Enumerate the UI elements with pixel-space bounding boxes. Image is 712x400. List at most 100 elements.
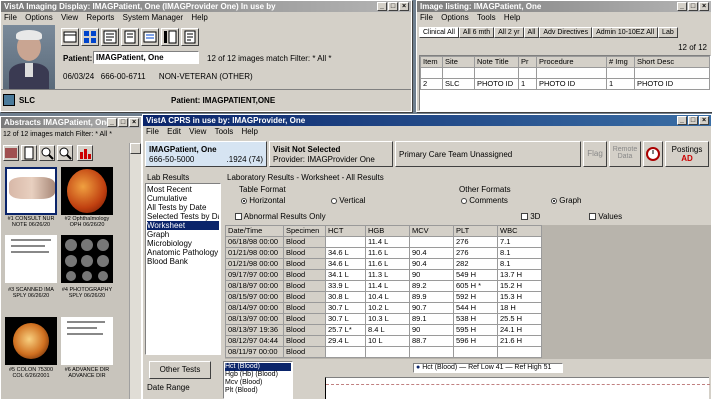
- col-procedure[interactable]: Procedure: [536, 56, 607, 68]
- vertical-radio[interactable]: Vertical: [331, 196, 365, 205]
- table-cell[interactable]: 08/11/97 00:00: [225, 346, 284, 358]
- alarm-button[interactable]: [643, 141, 663, 167]
- thumbnail-1[interactable]: [5, 167, 57, 215]
- abnormal-only-checkbox[interactable]: Abnormal Results Only: [235, 212, 326, 221]
- table-cell[interactable]: 88.7: [409, 335, 454, 347]
- tab-all-2-yr[interactable]: All 2 yr: [494, 27, 524, 38]
- table-cell[interactable]: 282: [453, 258, 498, 270]
- abstracts-scrollbar[interactable]: [129, 143, 141, 399]
- table-cell[interactable]: Blood: [283, 258, 326, 270]
- close-button[interactable]: ×: [699, 116, 709, 125]
- minimize-button[interactable]: _: [677, 2, 687, 11]
- col-specimen[interactable]: Specimen: [283, 225, 326, 237]
- table-cell[interactable]: 8.1: [497, 258, 542, 270]
- table-cell[interactable]: [325, 346, 366, 358]
- table-cell[interactable]: 549 H: [453, 269, 498, 281]
- menu-help[interactable]: Help: [504, 13, 520, 22]
- table-row[interactable]: 01/21/98 00:00 Blood 34.6 L 11.6 L 90.4 276 8.…: [225, 247, 542, 259]
- table-cell[interactable]: 08/15/97 00:00: [225, 291, 284, 303]
- menu-view[interactable]: View: [61, 13, 78, 22]
- col-date-time[interactable]: Date/Time: [225, 225, 284, 237]
- maximize-button[interactable]: □: [688, 2, 698, 11]
- table-cell[interactable]: 34.1 L: [325, 269, 366, 281]
- table-cell[interactable]: 29.4 L: [325, 335, 366, 347]
- tab-lab[interactable]: Lab: [658, 27, 678, 38]
- graph-radio[interactable]: Graph: [551, 196, 581, 205]
- table-cell[interactable]: 90.4: [409, 258, 454, 270]
- table-cell[interactable]: 8.1: [497, 247, 542, 259]
- flag-button[interactable]: Flag: [583, 141, 607, 167]
- list-item[interactable]: Hgb (Hb) (Blood): [225, 371, 291, 379]
- table-row[interactable]: 08/13/97 19:36 Blood 25.7 L* 8.4 L 90 595 H 24…: [225, 324, 542, 336]
- table-cell[interactable]: 08/14/97 00:00: [225, 302, 284, 314]
- table-cell[interactable]: Blood: [283, 269, 326, 281]
- menu-help[interactable]: Help: [191, 13, 207, 22]
- table-cell[interactable]: 10.4 L: [365, 291, 410, 303]
- col-hct[interactable]: HCT: [325, 225, 366, 237]
- thumbnail-3[interactable]: [5, 235, 57, 283]
- toolbar-icon-6[interactable]: [161, 28, 179, 46]
- table-row[interactable]: 08/11/97 00:00 Blood: [225, 346, 542, 358]
- toolbar-icon-4[interactable]: [121, 28, 139, 46]
- col-note-title[interactable]: Note Title: [474, 56, 519, 68]
- table-cell[interactable]: 276: [453, 247, 498, 259]
- horizontal-radio[interactable]: Horizontal: [241, 196, 285, 205]
- col-item[interactable]: Item: [420, 56, 443, 68]
- table-cell[interactable]: Blood: [283, 280, 326, 292]
- list-item-selected[interactable]: Worksheet: [147, 221, 219, 230]
- table-cell[interactable]: 09/17/97 00:00: [225, 269, 284, 281]
- list-item-selected[interactable]: Hct (Blood): [225, 363, 291, 371]
- table-cell[interactable]: 592 H: [453, 291, 498, 303]
- toolbar-icon-5[interactable]: [141, 28, 159, 46]
- table-cell[interactable]: [453, 346, 498, 358]
- list-item[interactable]: Microbiology: [147, 239, 219, 248]
- col-hgb[interactable]: HGB: [365, 225, 410, 237]
- col-plt[interactable]: PLT: [453, 225, 498, 237]
- table-cell[interactable]: 18 H: [497, 302, 542, 314]
- menu-file[interactable]: File: [4, 13, 17, 22]
- table-cell[interactable]: 595 H: [453, 324, 498, 336]
- postings-button[interactable]: Postings AD: [665, 141, 709, 167]
- table-cell[interactable]: 90: [409, 324, 454, 336]
- list-item[interactable]: Cumulative: [147, 194, 219, 203]
- toolbar-icon-3[interactable]: [101, 28, 119, 46]
- table-cell[interactable]: Blood: [283, 236, 326, 248]
- table-cell[interactable]: [365, 346, 410, 358]
- page-icon[interactable]: [21, 145, 37, 161]
- toolbar-icon-7[interactable]: [181, 28, 199, 46]
- toolbar-icon-1[interactable]: [61, 28, 79, 46]
- table-cell[interactable]: 01/21/98 00:00: [225, 258, 284, 270]
- table-row[interactable]: 08/15/97 00:00 Blood 30.8 L 10.4 L 89.9 592 H…: [225, 291, 542, 303]
- table-row[interactable]: 01/21/98 00:00 Blood 34.6 L 11.6 L 90.4 282 8.…: [225, 258, 542, 270]
- col-wbc[interactable]: WBC: [497, 225, 542, 237]
- list-item[interactable]: Mcv (Blood): [225, 379, 291, 387]
- table-cell[interactable]: 34.6 L: [325, 247, 366, 259]
- thumbnail-5[interactable]: [5, 317, 57, 365]
- table-cell[interactable]: 605 H *: [453, 280, 498, 292]
- table-cell[interactable]: [409, 346, 454, 358]
- col-site[interactable]: Site: [442, 56, 475, 68]
- tab-all[interactable]: All: [523, 27, 540, 38]
- table-cell[interactable]: 08/13/97 00:00: [225, 313, 284, 325]
- visit-select-button[interactable]: Visit Not Selected Provider: IMAGProvide…: [269, 141, 393, 167]
- table-cell[interactable]: 90.7: [409, 302, 454, 314]
- list-item[interactable]: Blood Bank: [147, 257, 219, 266]
- menu-file[interactable]: File: [420, 13, 433, 22]
- table-cell[interactable]: 08/12/97 04:44: [225, 335, 284, 347]
- table-cell[interactable]: 8.4 L: [365, 324, 410, 336]
- comments-radio[interactable]: Comments: [461, 196, 508, 205]
- table-row[interactable]: 09/17/97 00:00 Blood 34.1 L 11.3 L 90 549 H 13…: [225, 269, 542, 281]
- table-cell[interactable]: 25.5 H: [497, 313, 542, 325]
- thumbnail-2[interactable]: [61, 167, 113, 215]
- menu-system-manager[interactable]: System Manager: [123, 13, 183, 22]
- table-cell[interactable]: 13.7 H: [497, 269, 542, 281]
- table-cell[interactable]: 06/18/98 00:00: [225, 236, 284, 248]
- table-cell[interactable]: 25.7 L*: [325, 324, 366, 336]
- tab-admin[interactable]: Admin 10-10EZ All: [592, 27, 659, 38]
- table-cell[interactable]: 21.6 H: [497, 335, 542, 347]
- menu-view[interactable]: View: [189, 127, 206, 136]
- table-row[interactable]: 1 SLC ADVANC... 01 ADVANCE DIREC... 1 AD…: [420, 67, 710, 79]
- list-item[interactable]: Plt (Blood): [225, 387, 291, 395]
- table-cell[interactable]: 35.3 L: [325, 236, 366, 248]
- table-cell[interactable]: [497, 346, 542, 358]
